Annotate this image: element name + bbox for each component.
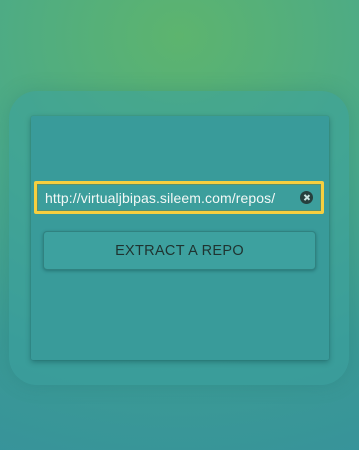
repo-url-input[interactable]: http://virtualjbipas.sileem.com/repos/ <box>34 181 324 214</box>
repo-url-value[interactable]: http://virtualjbipas.sileem.com/repos/ <box>45 190 296 206</box>
extract-repo-button[interactable]: EXTRACT A REPO <box>43 231 316 270</box>
clear-icon[interactable] <box>300 191 313 204</box>
